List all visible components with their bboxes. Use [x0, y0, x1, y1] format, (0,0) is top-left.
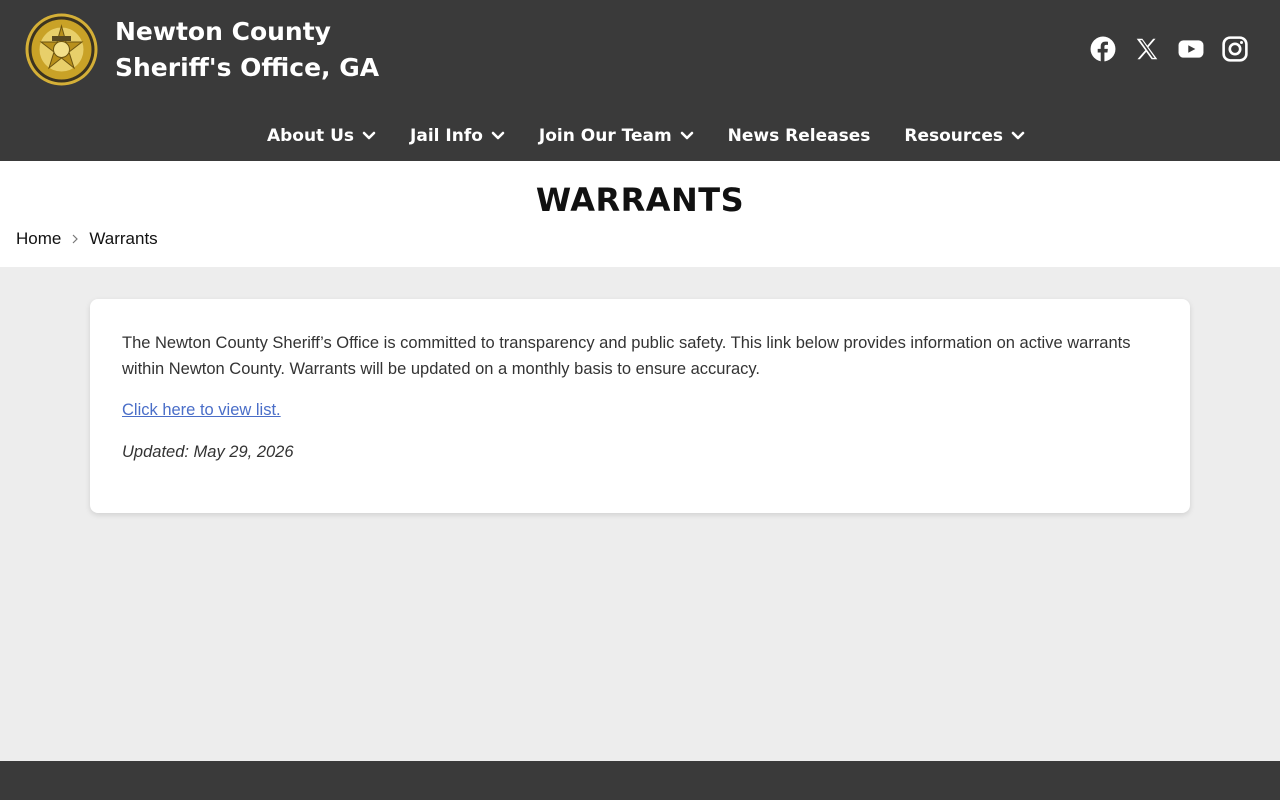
breadcrumb: Home Warrants	[16, 229, 158, 249]
site-title[interactable]: Newton County Sheriff's Office, GA	[115, 14, 379, 86]
view-list-link[interactable]: Click here to view list.	[122, 397, 281, 423]
nav-item-label: Join Our Team	[538, 126, 672, 146]
nav-item-resources[interactable]: Resources	[904, 126, 1025, 146]
nav-item-label: Resources	[904, 126, 1004, 146]
content-card: The Newton County Sheriff’s Office is co…	[90, 299, 1190, 513]
nav-item-label: Jail Info	[410, 126, 483, 146]
intro-text: The Newton County Sheriff’s Office is co…	[122, 334, 1131, 378]
chevron-down-icon	[680, 131, 693, 140]
social-links	[1090, 35, 1248, 63]
updated-date: Updated: May 29, 2026	[122, 443, 294, 461]
site-title-line2: Sheriff's Office, GA	[115, 53, 380, 82]
x-icon[interactable]	[1134, 36, 1160, 62]
site-header: Newton County Sheriff's Office, GA About…	[0, 0, 1280, 161]
nav-item-about-us[interactable]: About Us	[267, 126, 376, 146]
facebook-icon[interactable]	[1090, 36, 1116, 62]
site-title-line1: Newton County	[115, 17, 331, 46]
nav-item-label: News Releases	[727, 126, 871, 146]
page-title-bar: WARRANTS Home Warrants	[0, 161, 1280, 267]
page-title: WARRANTS	[535, 181, 745, 219]
nav-item-jail-info[interactable]: Jail Info	[410, 126, 505, 146]
chevron-right-icon	[72, 234, 79, 244]
nav-item-news-releases[interactable]: News Releases	[728, 126, 871, 146]
chevron-down-icon	[491, 131, 505, 140]
youtube-icon[interactable]	[1178, 36, 1204, 62]
nav-item-label: About Us	[266, 126, 355, 146]
instagram-icon[interactable]	[1222, 36, 1248, 62]
site-footer	[0, 761, 1280, 800]
chevron-down-icon	[362, 131, 376, 140]
sheriff-badge-logo[interactable]	[24, 12, 99, 87]
chevron-down-icon	[1011, 131, 1025, 140]
breadcrumb-current: Warrants	[89, 229, 158, 248]
main-nav: About Us Jail Info Join Our Team News Re…	[0, 118, 1280, 154]
breadcrumb-home-link[interactable]: Home	[16, 229, 61, 249]
nav-item-join-our-team[interactable]: Join Our Team	[539, 126, 694, 146]
